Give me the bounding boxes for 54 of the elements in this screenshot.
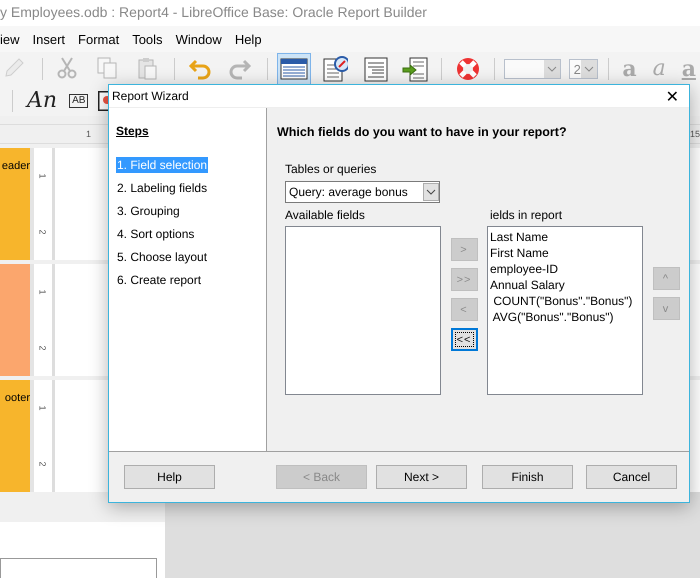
dialog-button[interactable]: Cancel	[586, 465, 677, 489]
format-button[interactable]: An	[23, 90, 62, 112]
table-icon	[280, 56, 308, 82]
lifebuoy-icon	[454, 56, 481, 82]
ruler-number: 1	[38, 406, 48, 410]
menu-item[interactable]: Format	[78, 32, 120, 46]
text-page-icon	[362, 56, 388, 82]
menu-item[interactable]: Window	[176, 32, 222, 46]
ruler-number: 1	[38, 290, 48, 294]
step-item[interactable]: 3. Grouping	[116, 203, 181, 219]
list-item[interactable]: employee-ID	[490, 261, 640, 277]
dialog-button[interactable]: Finish	[482, 465, 573, 489]
menu-item[interactable]: Tools	[132, 32, 163, 46]
heading: Which fields do you want to have in your report?	[277, 125, 568, 139]
add-field-icon	[402, 56, 428, 82]
field-label: Tables or queries	[285, 162, 378, 176]
format-button[interactable]: AB	[69, 94, 88, 108]
available-fields-list[interactable]	[285, 226, 441, 395]
step-item[interactable]: 2. Labeling fields	[116, 180, 208, 196]
field-label: Available fields	[285, 208, 366, 222]
report-fields-list[interactable]: Last Name First Name employee-ID Annual Salary COUNT("Bonus"."Bonus") AVG("Bonus"."Bonus")	[487, 226, 643, 395]
list-item[interactable]: Last Name	[490, 229, 640, 245]
menu-item[interactable]: Insert	[32, 32, 66, 46]
list-item[interactable]: AVG("Bonus"."Bonus")	[490, 309, 640, 325]
steps-title: Steps	[116, 124, 149, 138]
window-title: y Employees.odb : Report4 - LibreOffice Base: Oracle Report Builder	[0, 0, 700, 26]
dialog-button[interactable]: Next >	[376, 465, 467, 489]
dialog-button[interactable]: Help	[124, 465, 215, 489]
move-button[interactable]: <<	[450, 328, 478, 351]
field-label: ields in report	[490, 208, 564, 222]
list-item[interactable]: First Name	[490, 245, 640, 261]
ruler-number: 2	[38, 462, 48, 466]
step-item[interactable]: 4. Sort options	[116, 226, 196, 242]
menu-item[interactable]: Help	[234, 32, 262, 46]
step-item[interactable]: 5. Choose layout	[116, 249, 208, 265]
list-item[interactable]: Annual Salary	[490, 277, 640, 293]
ruler-number: 15	[690, 129, 700, 139]
ruler-number: 2	[38, 230, 48, 234]
step-item[interactable]: 6. Create report	[116, 272, 202, 288]
section-label: eader	[2, 160, 30, 172]
table-button[interactable]	[277, 53, 312, 85]
ruler-number: 1	[38, 174, 48, 178]
section-band[interactable]: ooter	[0, 380, 30, 492]
shapes-button[interactable]	[96, 89, 110, 113]
compass-icon	[322, 56, 348, 82]
dialog-title: Report Wizard	[112, 89, 189, 103]
close-button[interactable]: ✕	[656, 86, 689, 106]
menu-item[interactable]: iew	[0, 32, 20, 46]
ruler-number: 2	[38, 346, 48, 350]
ruler-number: 1	[86, 129, 92, 139]
section-label: ooter	[4, 392, 30, 404]
section-band[interactable]: eader	[0, 148, 30, 260]
query-dropdown[interactable]: Query: average bonus	[285, 181, 440, 203]
list-item[interactable]: COUNT("Bonus"."Bonus")	[490, 293, 640, 309]
